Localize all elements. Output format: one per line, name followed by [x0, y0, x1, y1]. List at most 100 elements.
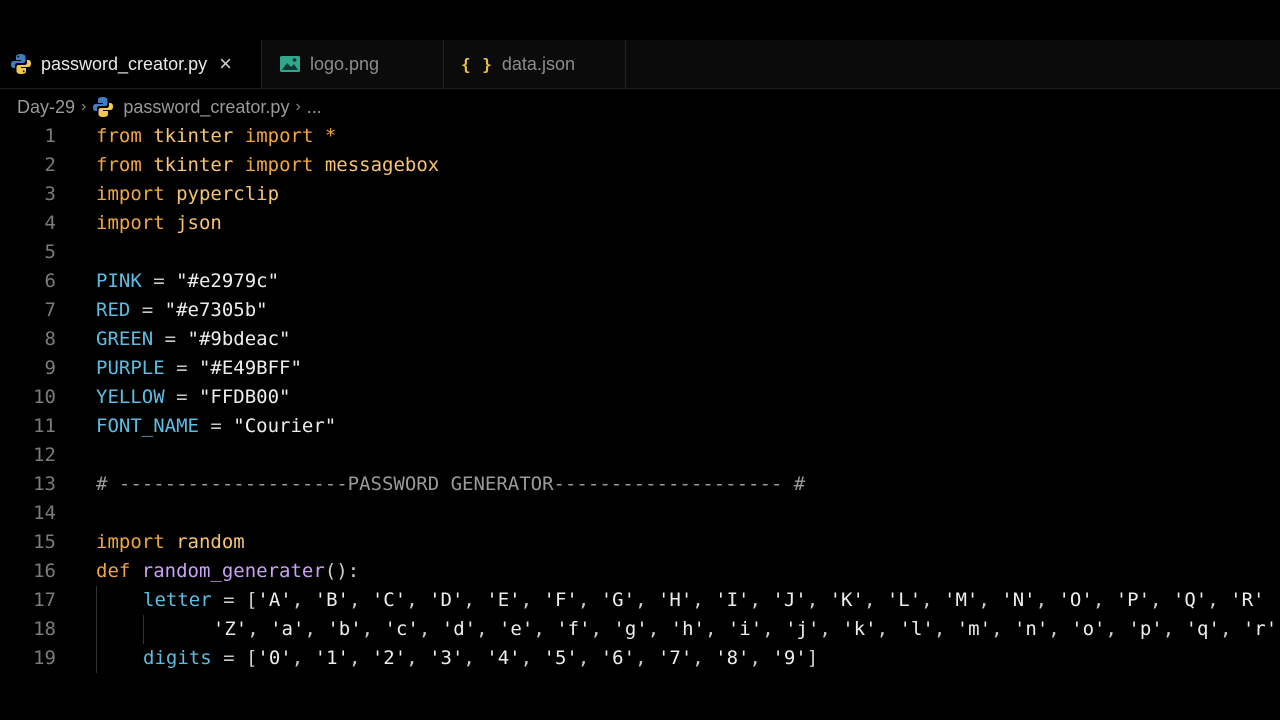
code-line[interactable]: 18 'Z', 'a', 'b', 'c', 'd', 'e', 'f', 'g…: [0, 615, 1280, 644]
code-token: ,: [1035, 589, 1059, 611]
code-token: "#E49BFF": [198, 357, 302, 379]
window-top-strip: [0, 0, 1280, 40]
code-line[interactable]: 7 RED = "#e7305b": [0, 296, 1280, 325]
breadcrumb-folder[interactable]: Day-29: [17, 97, 75, 118]
code-token: *: [324, 125, 337, 147]
code-editor[interactable]: 1 from tkinter import * 2 from tkinter impo…: [0, 122, 1280, 678]
code-token: ,: [533, 618, 557, 640]
code-token: =: [153, 328, 188, 350]
code-line[interactable]: 3 import pyperclip: [0, 180, 1280, 209]
code-token: 'k': [842, 618, 877, 640]
code-token: '4': [486, 647, 521, 669]
code-text: from tkinter import *: [96, 122, 336, 151]
breadcrumb-file[interactable]: password_creator.py: [123, 97, 289, 118]
code-token: ,: [577, 647, 601, 669]
code-token: ,: [635, 647, 658, 669]
code-line[interactable]: 5: [0, 238, 1280, 267]
code-token: ]: [806, 647, 819, 669]
line-number: 16: [33, 560, 56, 582]
code-token: json: [176, 212, 222, 234]
code-token: tkinter: [153, 125, 234, 147]
code-token: =: [198, 415, 234, 437]
code-token: random_generater: [141, 560, 325, 582]
code-line[interactable]: 17 letter = ['A', 'B', 'C', 'D', 'E', 'F'…: [0, 586, 1280, 615]
tab-label: password_creator.py: [41, 53, 208, 74]
tab-logo-png[interactable]: logo.png: [262, 40, 444, 88]
code-token: 'D': [429, 589, 464, 611]
code-line[interactable]: 15 import random: [0, 528, 1280, 557]
code-token: [: [245, 647, 258, 669]
code-token: 'M': [944, 589, 979, 611]
code-line[interactable]: 1 from tkinter import *: [0, 122, 1280, 151]
line-number: 6: [44, 270, 56, 292]
breadcrumb: Day-29 › password_creator.py › ...: [0, 90, 1280, 124]
line-number: 9: [44, 357, 56, 379]
code-line[interactable]: 11 FONT_NAME = "Courier": [0, 412, 1280, 441]
code-token: 'P': [1115, 589, 1151, 611]
code-text: FONT_NAME = "Courier": [96, 412, 336, 441]
code-token: from: [96, 125, 142, 147]
code-token: RED: [96, 299, 131, 321]
code-token: 'b': [327, 618, 362, 640]
indent-guide: [96, 615, 97, 644]
code-token: random: [176, 531, 245, 553]
code-token: '7': [657, 647, 693, 669]
image-icon: [279, 55, 301, 73]
code-token: ,: [520, 647, 544, 669]
code-line[interactable]: 12: [0, 441, 1280, 470]
code-token: ,: [819, 618, 843, 640]
code-token: 'N': [1001, 589, 1036, 611]
code-token: ,: [1105, 618, 1129, 640]
code-token: PURPLE: [96, 357, 165, 379]
code-token: 'i': [727, 618, 763, 640]
code-text: PINK = "#e2979c": [96, 267, 279, 296]
code-token: ,: [361, 618, 385, 640]
code-token: ,: [749, 589, 773, 611]
code-token: 'C': [371, 589, 407, 611]
code-token: 'H': [657, 589, 693, 611]
code-line[interactable]: 13 # --------------------PASSWORD GENERAT…: [0, 470, 1280, 499]
code-token: import: [96, 531, 165, 553]
tab-password-creator[interactable]: password_creator.py ×: [0, 40, 262, 88]
code-line[interactable]: 14: [0, 499, 1280, 528]
tab-data-json[interactable]: { } data.json: [444, 40, 626, 88]
close-icon[interactable]: ×: [219, 53, 232, 75]
code-text: def random_generater():: [96, 557, 359, 586]
code-token: ,: [1092, 589, 1116, 611]
code-line[interactable]: 19 digits = ['0', '1', '2', '3', '4', '5'…: [0, 644, 1280, 673]
line-number: 19: [33, 647, 56, 669]
code-line[interactable]: 2 from tkinter import messagebox: [0, 151, 1280, 180]
window-bottom-strip: [0, 678, 1280, 720]
code-token: import: [96, 183, 165, 205]
breadcrumb-more[interactable]: ...: [307, 97, 322, 118]
code-token: ,: [1207, 589, 1231, 611]
code-token: ,: [1162, 618, 1186, 640]
code-line[interactable]: 16 def random_generater():: [0, 557, 1280, 586]
code-token: ():: [324, 560, 360, 582]
code-token: 'O': [1058, 589, 1093, 611]
line-number: 7: [44, 299, 56, 321]
code-line[interactable]: 8 GREEN = "#9bdeac": [0, 325, 1280, 354]
code-line[interactable]: 9 PURPLE = "#E49BFF": [0, 354, 1280, 383]
code-token: '2': [371, 647, 407, 669]
code-token: ,: [978, 589, 1002, 611]
code-line[interactable]: 6 PINK = "#e2979c": [0, 267, 1280, 296]
code-line[interactable]: 10 YELLOW = "FFDB00": [0, 383, 1280, 412]
code-token: ,: [476, 618, 499, 640]
code-token: 'L': [886, 589, 922, 611]
code-token: [: [245, 589, 258, 611]
code-token: ,: [749, 647, 773, 669]
code-token: ,: [304, 618, 328, 640]
code-token: =: [211, 589, 246, 611]
indent-guide: [143, 615, 144, 644]
line-number: 15: [33, 531, 56, 553]
code-token: from: [96, 154, 142, 176]
code-line[interactable]: 4 import json: [0, 209, 1280, 238]
code-text: YELLOW = "FFDB00": [96, 383, 290, 412]
python-icon: [10, 53, 32, 75]
